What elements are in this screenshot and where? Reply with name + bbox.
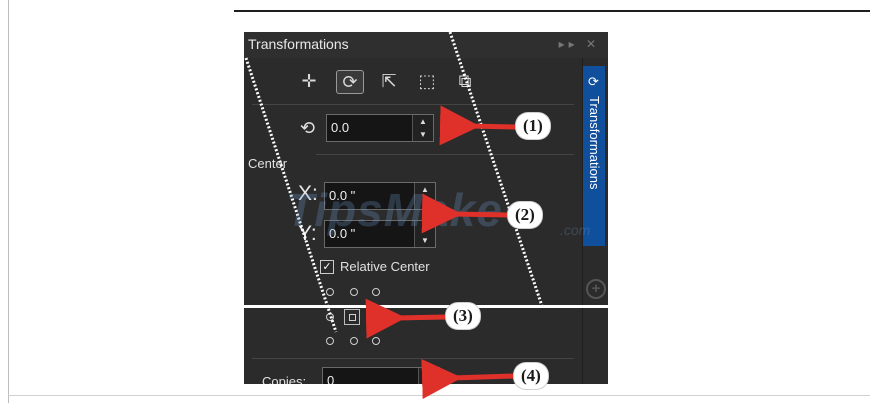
annotation-2: (2) <box>508 202 542 228</box>
annotation-3: (3) <box>446 303 480 329</box>
annotation-1: (1) <box>516 113 550 139</box>
annotation-arrows <box>365 105 517 399</box>
annotation-4: (4) <box>514 363 548 389</box>
